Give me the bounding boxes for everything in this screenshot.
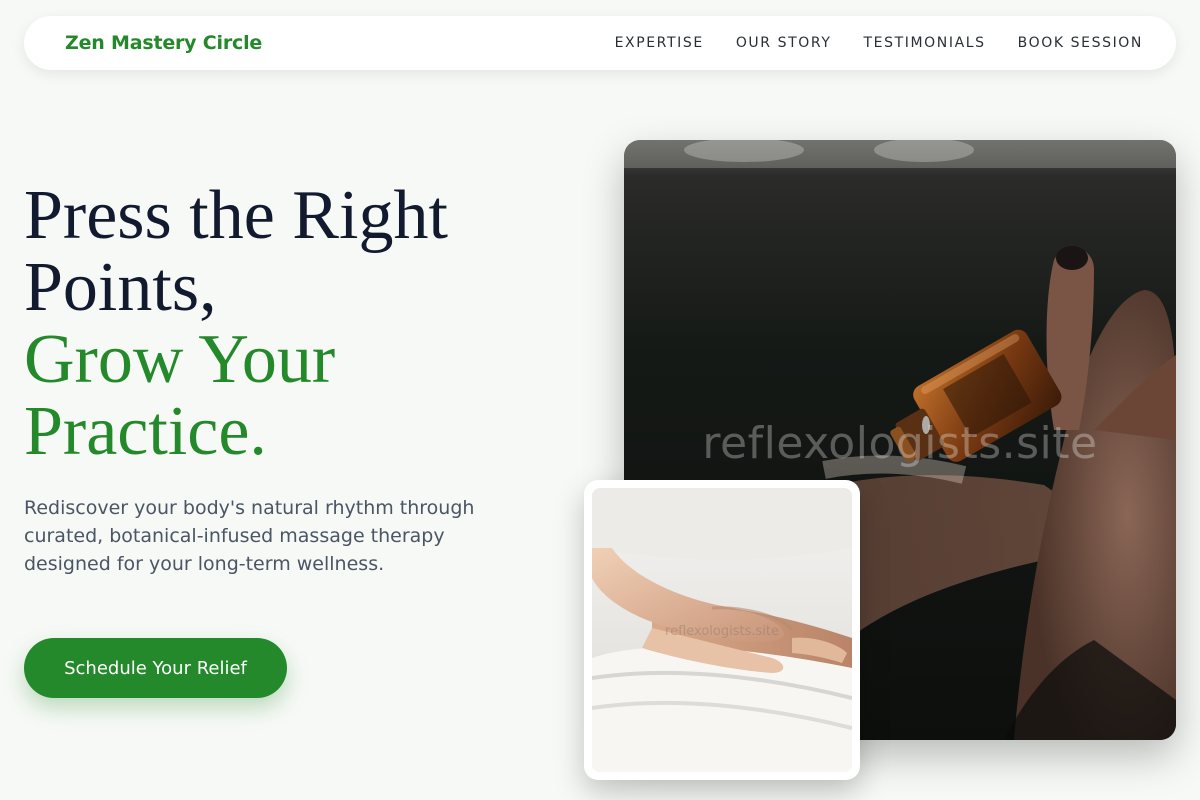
nav-link-our-story[interactable]: OUR STORY <box>736 35 832 51</box>
hero-subtitle: Rediscover your body's natural rhythm th… <box>24 497 475 575</box>
brand-logo[interactable]: Zen Mastery Circle <box>65 32 262 54</box>
hero-title: Press the Right Points, Grow Your Practi… <box>24 180 584 468</box>
nav-link-testimonials[interactable]: TESTIMONIALS <box>864 35 986 51</box>
nav-link-expertise[interactable]: EXPERTISE <box>615 35 704 51</box>
nav-links: EXPERTISE OUR STORY TESTIMONIALS BOOK SE… <box>615 35 1143 51</box>
massage-photo-card: reflexologists.site <box>584 480 860 780</box>
schedule-relief-button[interactable]: Schedule Your Relief <box>24 638 287 698</box>
hero-title-line-3: Grow Your <box>24 321 336 398</box>
hero-title-line-4: Practice. <box>24 393 267 470</box>
top-navbar: Zen Mastery Circle EXPERTISE OUR STORY T… <box>24 16 1176 70</box>
hero-title-line-1: Press the Right <box>24 177 448 254</box>
hero-title-line-2: Points, <box>24 249 217 326</box>
inset-photo-watermark: reflexologists.site <box>665 624 779 639</box>
nav-link-book-session[interactable]: BOOK SESSION <box>1018 35 1143 51</box>
main-photo-watermark: reflexologists.site <box>702 418 1098 469</box>
massage-photo: reflexologists.site <box>592 488 852 772</box>
